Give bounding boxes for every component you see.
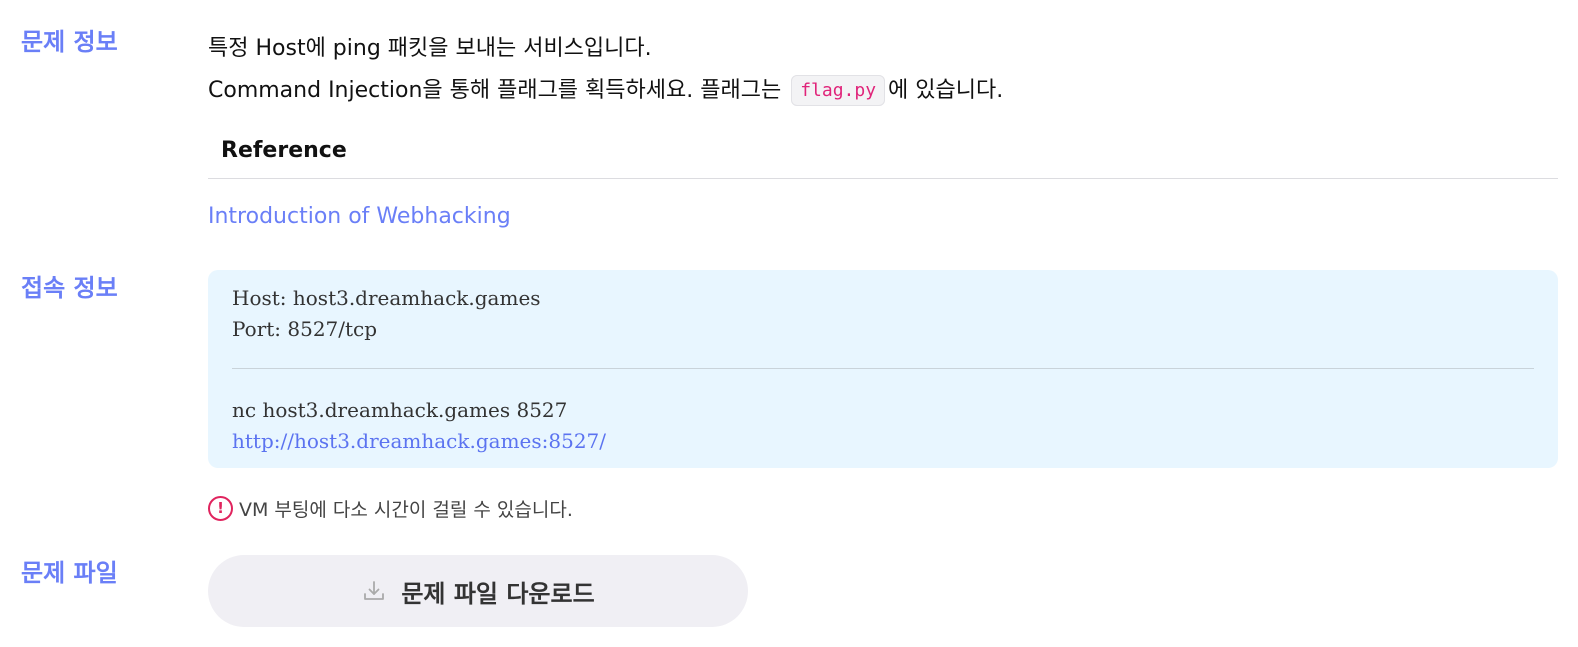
section-label-problem-info: 문제 정보 [21,28,118,56]
download-problem-file-button[interactable]: 문제 파일 다운로드 [208,555,748,627]
section-label-problem-file: 문제 파일 [21,559,118,587]
exclamation-circle-icon: ! [208,496,233,521]
connection-divider [232,368,1534,369]
section-label-connection-info: 접속 정보 [21,274,118,302]
connection-port: Port: 8527/tcp [232,317,378,341]
description-line-2: Command Injection을 통해 플래그를 획득하세요. 플래그는 f… [208,72,1004,106]
description-text-end: 에 있습니다. [888,78,1004,103]
download-button-label: 문제 파일 다운로드 [401,579,595,608]
inline-code-flag-file: flag.py [791,75,886,106]
connection-url-link[interactable]: http://host3.dreamhack.games:8527/ [232,429,606,453]
vm-boot-notice: ! VM 부팅에 다소 시간이 걸릴 수 있습니다. [208,495,573,522]
download-icon [361,578,387,604]
connection-info-box: Host: host3.dreamhack.games Port: 8527/t… [208,270,1558,468]
connection-nc-command: nc host3.dreamhack.games 8527 [232,398,568,422]
reference-heading: Reference [221,138,347,163]
description-text: Command Injection을 통해 플래그를 획득하세요. 플래그는 [208,78,789,103]
reference-divider [208,178,1558,179]
description-line-1: 특정 Host에 ping 패킷을 보내는 서비스입니다. [208,36,652,61]
reference-link[interactable]: Introduction of Webhacking [208,204,511,229]
vm-boot-notice-text: VM 부팅에 다소 시간이 걸릴 수 있습니다. [239,499,573,521]
connection-host: Host: host3.dreamhack.games [232,286,541,310]
